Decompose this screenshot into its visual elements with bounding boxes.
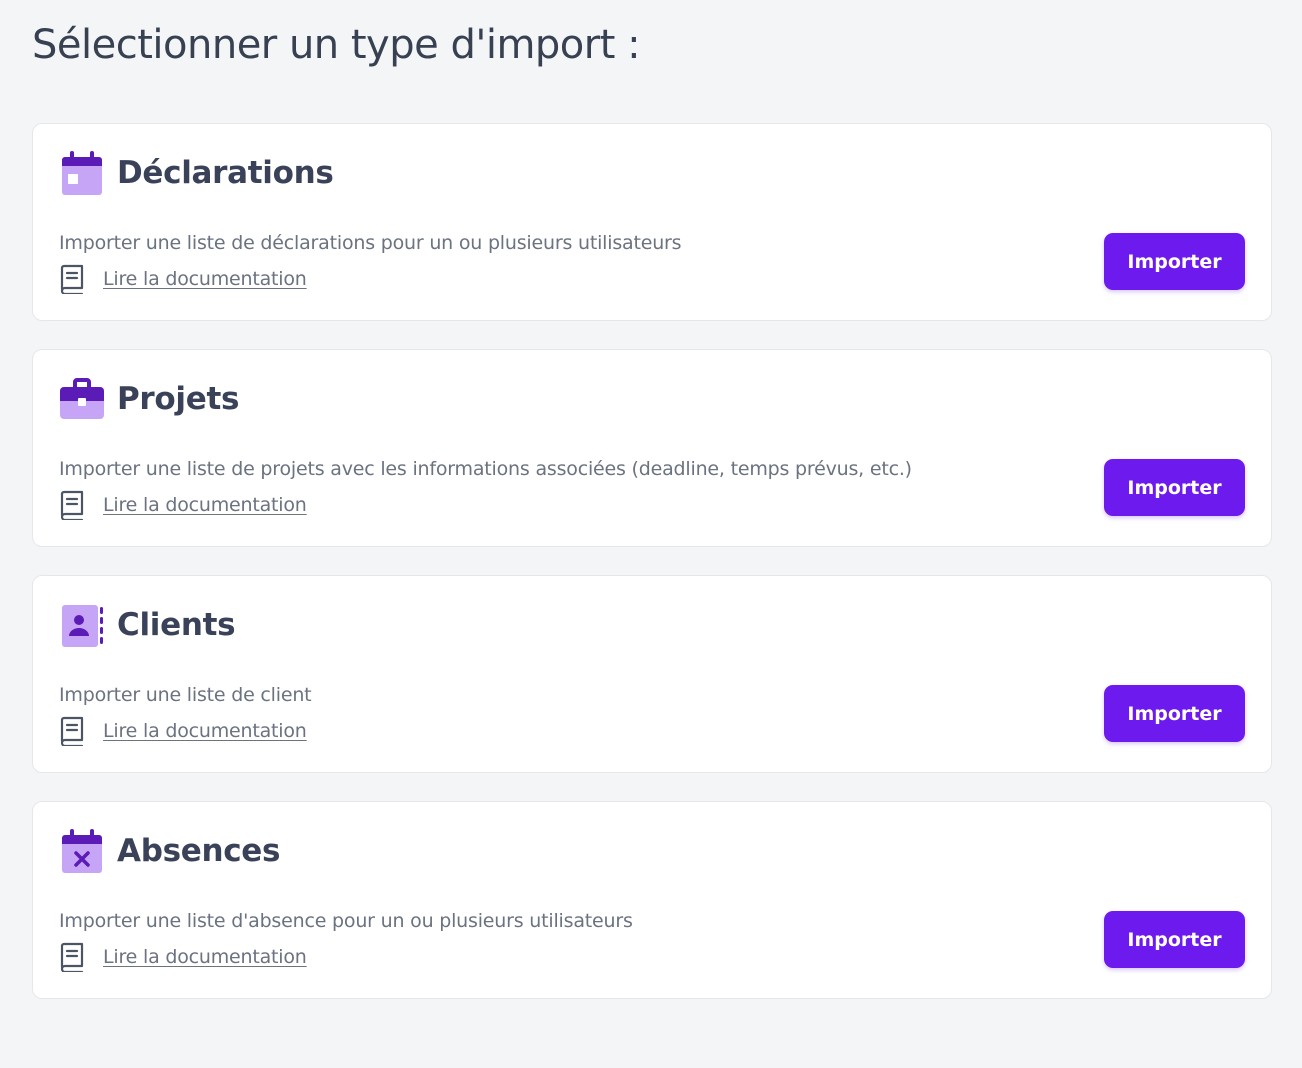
read-documentation-link[interactable]: Lire la documentation	[103, 268, 307, 290]
book-icon	[59, 264, 85, 294]
card-title: Absences	[117, 833, 281, 869]
card-description: Importer une liste de client	[59, 684, 312, 706]
card-title: Clients	[117, 607, 236, 643]
import-card-declarations: Déclarations Importer une liste de décla…	[32, 123, 1272, 321]
import-button[interactable]: Importer	[1104, 911, 1245, 968]
import-card-absences: Absences Importer une liste d'absence po…	[32, 801, 1272, 999]
card-description: Importer une liste d'absence pour un ou …	[59, 910, 633, 932]
book-icon	[59, 490, 85, 520]
documentation-row: Lire la documentation	[59, 264, 307, 294]
read-documentation-link[interactable]: Lire la documentation	[103, 946, 307, 968]
book-icon	[59, 942, 85, 972]
import-button[interactable]: Importer	[1104, 233, 1245, 290]
contact-book-icon	[59, 603, 105, 649]
book-icon	[59, 716, 85, 746]
documentation-row: Lire la documentation	[59, 942, 307, 972]
documentation-row: Lire la documentation	[59, 490, 307, 520]
import-button[interactable]: Importer	[1104, 459, 1245, 516]
page-title: Sélectionner un type d'import :	[32, 22, 641, 68]
import-button[interactable]: Importer	[1104, 685, 1245, 742]
card-description: Importer une liste de projets avec les i…	[59, 458, 912, 480]
card-title: Déclarations	[117, 155, 334, 191]
import-card-projets: Projets Importer une liste de projets av…	[32, 349, 1272, 547]
read-documentation-link[interactable]: Lire la documentation	[103, 720, 307, 742]
documentation-row: Lire la documentation	[59, 716, 307, 746]
calendar-icon	[59, 151, 105, 197]
import-card-clients: Clients Importer une liste de client Lir…	[32, 575, 1272, 773]
briefcase-icon	[59, 377, 105, 423]
card-title: Projets	[117, 381, 240, 417]
card-description: Importer une liste de déclarations pour …	[59, 232, 682, 254]
calendar-x-icon	[59, 829, 105, 875]
read-documentation-link[interactable]: Lire la documentation	[103, 494, 307, 516]
